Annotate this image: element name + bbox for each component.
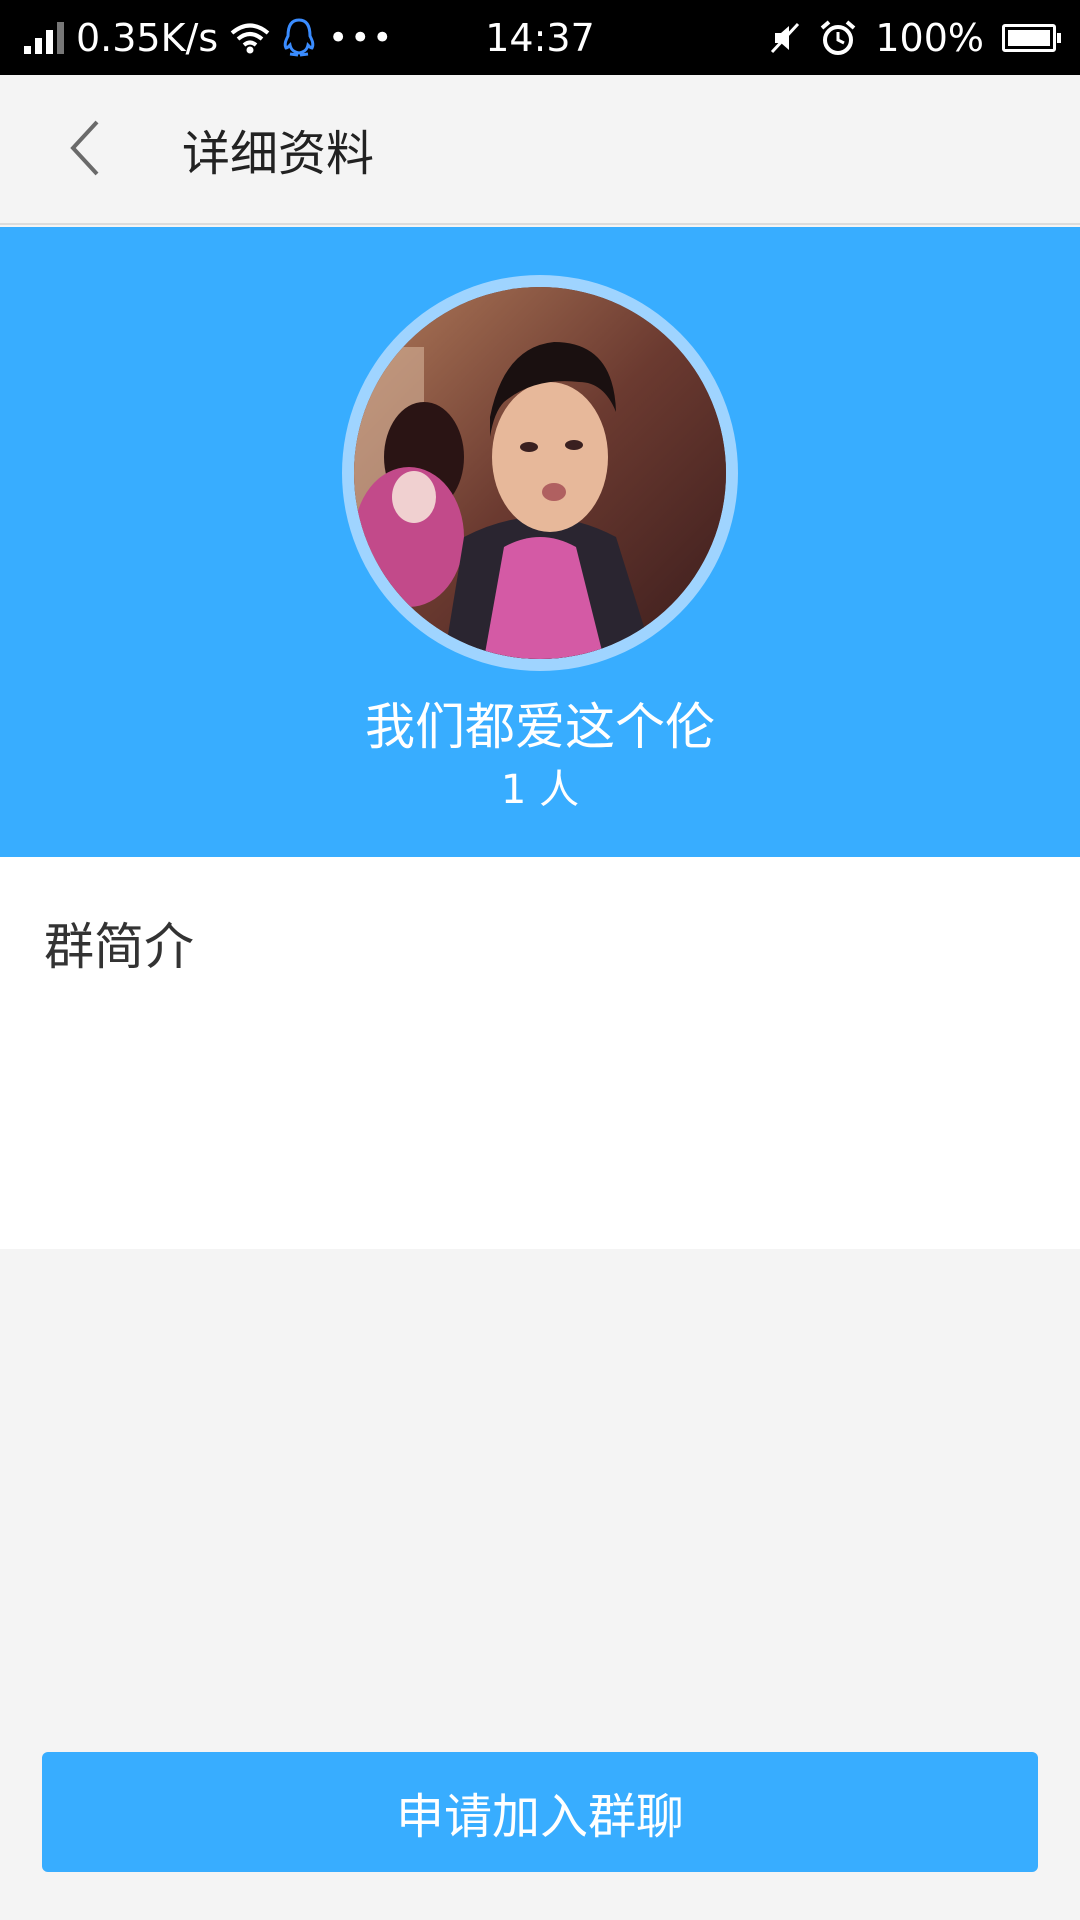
member-count: 1 人 [500, 767, 580, 813]
group-intro-label: 群简介 [44, 918, 194, 976]
avatar-photo [354, 287, 726, 659]
alarm-icon [821, 19, 856, 55]
status-right: 100% [769, 0, 1061, 75]
page-title: 详细资料 [182, 126, 375, 182]
group-name: 我们都爱这个伦 [365, 698, 715, 756]
group-profile-header: 我们都爱这个伦 1 人 [0, 227, 1080, 857]
avatar-ring [342, 275, 738, 671]
title-bar: 详细资料 [0, 75, 1080, 225]
chevron-left-icon [70, 120, 99, 176]
battery-fill [1008, 29, 1050, 46]
status-bar: 0.35K/s ••• 14:37 100% [0, 0, 1080, 75]
join-group-button[interactable]: 申请加入群聊 [42, 1752, 1038, 1872]
battery-icon [1002, 23, 1061, 52]
mute-icon [771, 22, 800, 53]
group-intro-section: 群简介 [0, 857, 1080, 1249]
group-avatar[interactable] [354, 287, 726, 659]
status-time: 14:37 [485, 15, 595, 60]
back-button[interactable] [40, 103, 130, 193]
battery-percent: 100% [875, 15, 984, 60]
